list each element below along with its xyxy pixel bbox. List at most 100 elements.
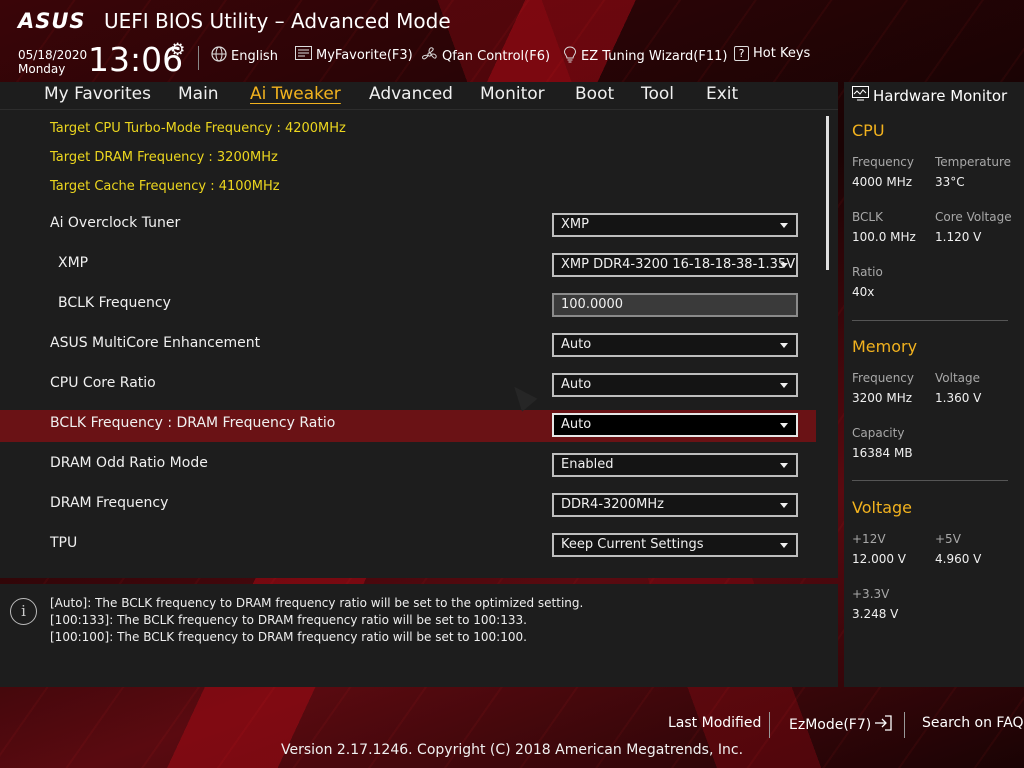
setting-label: BCLK Frequency bbox=[58, 295, 171, 311]
asus-logo: ASUS bbox=[18, 9, 86, 33]
dropdown-value: DDR4-3200MHz bbox=[561, 497, 664, 512]
setting-row-multicore-enhancement[interactable]: ASUS MultiCore Enhancement Auto bbox=[0, 330, 816, 362]
tab-exit[interactable]: Exit bbox=[706, 84, 738, 104]
tab-boot[interactable]: Boot bbox=[575, 84, 614, 104]
clock-settings-gear-icon[interactable]: ⚙ bbox=[170, 40, 185, 60]
xmp-dropdown[interactable]: XMP DDR4-3200 16-18-18-38-1.35V bbox=[552, 253, 798, 277]
ezmode-label: EzMode(F7) bbox=[789, 717, 872, 733]
main-panel: My Favorites Main Ai Tweaker Advanced Mo… bbox=[0, 82, 838, 578]
cpu-bclk-label: BCLK bbox=[852, 210, 883, 224]
cpu-ratio-label: Ratio bbox=[852, 265, 883, 279]
hot-keys-button[interactable]: ? Hot Keys bbox=[734, 46, 810, 61]
setting-label: Ai Overclock Tuner bbox=[50, 215, 181, 231]
tab-monitor[interactable]: Monitor bbox=[480, 84, 545, 104]
memory-capacity-label: Capacity bbox=[852, 426, 905, 440]
target-cache-frequency: Target Cache Frequency : 4100MHz bbox=[50, 179, 280, 194]
dram-frequency-dropdown[interactable]: DDR4-3200MHz bbox=[552, 493, 798, 517]
hot-keys-label: Hot Keys bbox=[753, 46, 811, 61]
caret-down-icon bbox=[780, 343, 788, 348]
scrollbar[interactable] bbox=[826, 116, 829, 270]
settings-content: Target CPU Turbo-Mode Frequency : 4200MH… bbox=[0, 112, 838, 578]
help-text-line: [100:100]: The BCLK frequency to DRAM fr… bbox=[50, 630, 527, 644]
hardware-monitor-title: Hardware Monitor bbox=[852, 86, 1007, 105]
help-question-icon: ? bbox=[734, 46, 749, 61]
bclk-dram-ratio-dropdown[interactable]: Auto bbox=[552, 413, 798, 437]
ezmode-button[interactable]: EzMode(F7) bbox=[789, 715, 892, 735]
setting-label: DRAM Odd Ratio Mode bbox=[50, 455, 208, 471]
cpu-temperature-label: Temperature bbox=[935, 155, 1012, 169]
cpu-bclk-value: 100.0 MHz bbox=[852, 230, 916, 244]
dram-odd-ratio-dropdown[interactable]: Enabled bbox=[552, 453, 798, 477]
ai-overclock-tuner-dropdown[interactable]: XMP bbox=[552, 213, 798, 237]
memory-voltage-label: Voltage bbox=[935, 371, 981, 385]
footer-divider bbox=[769, 712, 770, 738]
setting-row-dram-frequency[interactable]: DRAM Frequency DDR4-3200MHz bbox=[0, 490, 816, 522]
help-text-line: [100:133]: The BCLK frequency to DRAM fr… bbox=[50, 613, 527, 627]
caret-down-icon bbox=[780, 383, 788, 388]
tab-main[interactable]: Main bbox=[178, 84, 219, 104]
qfan-control-label: Qfan Control(F6) bbox=[442, 49, 551, 64]
cpu-temperature-value: 33°C bbox=[935, 175, 965, 189]
section-divider bbox=[852, 320, 1008, 321]
globe-icon bbox=[211, 46, 227, 66]
setting-label: TPU bbox=[50, 535, 78, 551]
copyright-text: Version 2.17.1246. Copyright (C) 2018 Am… bbox=[280, 742, 744, 758]
last-modified-button[interactable]: Last Modified bbox=[668, 715, 761, 731]
section-divider bbox=[852, 480, 1008, 481]
setting-row-dram-odd-ratio[interactable]: DRAM Odd Ratio Mode Enabled bbox=[0, 450, 816, 482]
memory-heading: Memory bbox=[852, 337, 918, 356]
caret-down-icon bbox=[780, 463, 788, 468]
cpu-core-ratio-dropdown[interactable]: Auto bbox=[552, 373, 798, 397]
caret-down-icon bbox=[780, 423, 788, 428]
target-cpu-frequency: Target CPU Turbo-Mode Frequency : 4200MH… bbox=[50, 121, 346, 136]
lightbulb-icon bbox=[563, 46, 577, 67]
bclk-frequency-input[interactable]: 100.0000 bbox=[552, 293, 798, 317]
tpu-dropdown[interactable]: Keep Current Settings bbox=[552, 533, 798, 557]
hardware-monitor-label: Hardware Monitor bbox=[873, 86, 1008, 105]
caret-down-icon bbox=[780, 503, 788, 508]
tab-advanced[interactable]: Advanced bbox=[369, 84, 453, 104]
help-text-line: [Auto]: The BCLK frequency to DRAM frequ… bbox=[50, 596, 584, 610]
setting-row-ai-overclock-tuner[interactable]: Ai Overclock Tuner XMP bbox=[0, 210, 816, 242]
language-button[interactable]: English bbox=[211, 46, 278, 66]
info-icon: i bbox=[10, 598, 37, 625]
exit-arrow-icon bbox=[874, 715, 892, 735]
tab-ai-tweaker[interactable]: Ai Tweaker bbox=[250, 84, 341, 104]
cpu-core-voltage-value: 1.120 V bbox=[935, 230, 982, 244]
weekday: Monday bbox=[18, 62, 66, 76]
setting-row-cpu-core-ratio[interactable]: CPU Core Ratio Auto bbox=[0, 370, 816, 402]
tab-tool[interactable]: Tool bbox=[641, 84, 674, 104]
fan-icon bbox=[421, 46, 438, 67]
setting-row-bclk-frequency[interactable]: BCLK Frequency 100.0000 bbox=[0, 290, 816, 322]
setting-row-tpu[interactable]: TPU Keep Current Settings bbox=[0, 530, 816, 562]
search-on-faq-button[interactable]: Search on FAQ bbox=[922, 715, 1024, 731]
setting-row-bclk-dram-ratio[interactable]: BCLK Frequency : DRAM Frequency Ratio Au… bbox=[0, 410, 816, 442]
setting-row-xmp[interactable]: XMP XMP DDR4-3200 16-18-18-38-1.35V bbox=[0, 250, 816, 282]
setting-label: BCLK Frequency : DRAM Frequency Ratio bbox=[50, 415, 336, 431]
footer-divider bbox=[904, 712, 905, 738]
tab-my-favorites[interactable]: My Favorites bbox=[44, 84, 151, 104]
ez-tuning-wizard-button[interactable]: EZ Tuning Wizard(F11) bbox=[563, 46, 727, 67]
memory-capacity-value: 16384 MB bbox=[852, 446, 913, 460]
memory-frequency-label: Frequency bbox=[852, 371, 914, 385]
myfavorite-label: MyFavorite(F3) bbox=[316, 47, 413, 63]
dropdown-value: Auto bbox=[561, 417, 592, 432]
qfan-control-button[interactable]: Qfan Control(F6) bbox=[421, 46, 550, 67]
caret-down-icon bbox=[780, 543, 788, 548]
multicore-enhancement-dropdown[interactable]: Auto bbox=[552, 333, 798, 357]
nav-bar: My Favorites Main Ai Tweaker Advanced Mo… bbox=[0, 82, 838, 110]
target-dram-frequency: Target DRAM Frequency : 3200MHz bbox=[50, 150, 278, 165]
myfavorite-button[interactable]: MyFavorite(F3) bbox=[295, 46, 413, 64]
date-display: 05/18/2020 Monday bbox=[18, 48, 87, 76]
v33-label: +3.3V bbox=[852, 587, 890, 601]
dropdown-value: Auto bbox=[561, 337, 592, 352]
cpu-frequency-label: Frequency bbox=[852, 155, 914, 169]
dropdown-value: Keep Current Settings bbox=[561, 537, 704, 552]
language-label: English bbox=[231, 48, 278, 64]
header-divider bbox=[198, 46, 199, 70]
caret-down-icon bbox=[780, 263, 788, 268]
cpu-ratio-value: 40x bbox=[852, 285, 875, 299]
setting-label: XMP bbox=[58, 255, 89, 271]
setting-label: ASUS MultiCore Enhancement bbox=[50, 335, 261, 351]
monitor-icon bbox=[852, 86, 869, 105]
